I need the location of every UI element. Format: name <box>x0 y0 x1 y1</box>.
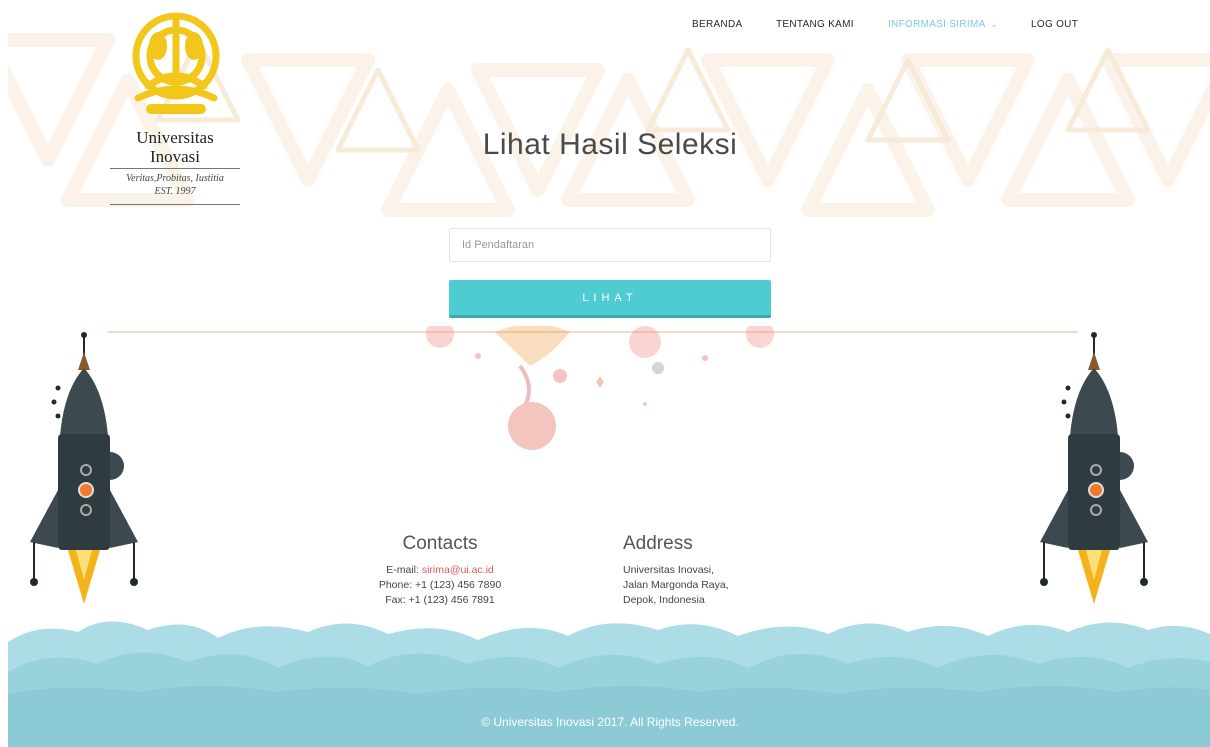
rocket-illustration-right <box>1040 332 1148 604</box>
copyright-text: © Universitas Inovasi 2017. All Rights R… <box>481 715 739 729</box>
email-link[interactable]: sirima@ui.ac.id <box>422 564 494 576</box>
page-title: Lihat Hasil Seleksi <box>482 128 738 161</box>
address-line1: Universitas Inovasi, <box>623 564 715 576</box>
address-line2: Jalan Margonda Raya, <box>623 579 729 591</box>
balloon-illustration <box>426 326 774 450</box>
rocket-illustration-left <box>30 332 138 604</box>
address-heading: Address <box>623 533 693 554</box>
nav-item-log-out[interactable]: LOG OUT <box>1031 19 1078 30</box>
address-line3: Depok, Indonesia <box>623 594 705 606</box>
contacts-fax: Fax: +1 (123) 456 7891 <box>385 594 495 606</box>
nav-item-informasi-sirima-label: INFORMASI SIRIMA <box>888 19 986 30</box>
logo-divider <box>110 168 240 169</box>
nav-item-beranda[interactable]: BERANDA <box>692 19 742 30</box>
main-nav: BERANDA TENTANG KAMI INFORMASI SIRIMA ⌄ L… <box>0 19 1210 33</box>
university-logo[interactable]: Universitas Inovasi Veritas,Probitas, Iu… <box>108 6 242 206</box>
logo-established: EST. 1997 <box>154 186 196 197</box>
contacts-heading: Contacts <box>402 533 478 554</box>
logo-divider-bottom <box>110 204 240 205</box>
contacts-email: E-mail: sirima@ui.ac.id <box>340 563 540 578</box>
footer-contacts: Contacts E-mail: sirima@ui.ac.id Phone: … <box>340 533 540 608</box>
logo-motto-text: Veritas,Probitas, Iustitia <box>126 173 224 184</box>
chevron-down-icon: ⌄ <box>990 20 998 29</box>
footer-address: Address Universitas Inovasi, Jalan Margo… <box>623 533 823 608</box>
contacts-phone: Phone: +1 (123) 456 7890 <box>378 579 502 591</box>
logo-motto: Veritas,Probitas, Iustitia EST. 1997 <box>108 172 242 198</box>
id-pendaftaran-input[interactable] <box>449 228 771 262</box>
nav-item-tentang-kami[interactable]: TENTANG KAMI <box>776 19 854 30</box>
email-label: E-mail: <box>386 564 422 576</box>
nav-item-informasi-sirima[interactable]: INFORMASI SIRIMA ⌄ <box>888 19 998 30</box>
lihat-button[interactable]: LIHAT <box>449 280 771 318</box>
